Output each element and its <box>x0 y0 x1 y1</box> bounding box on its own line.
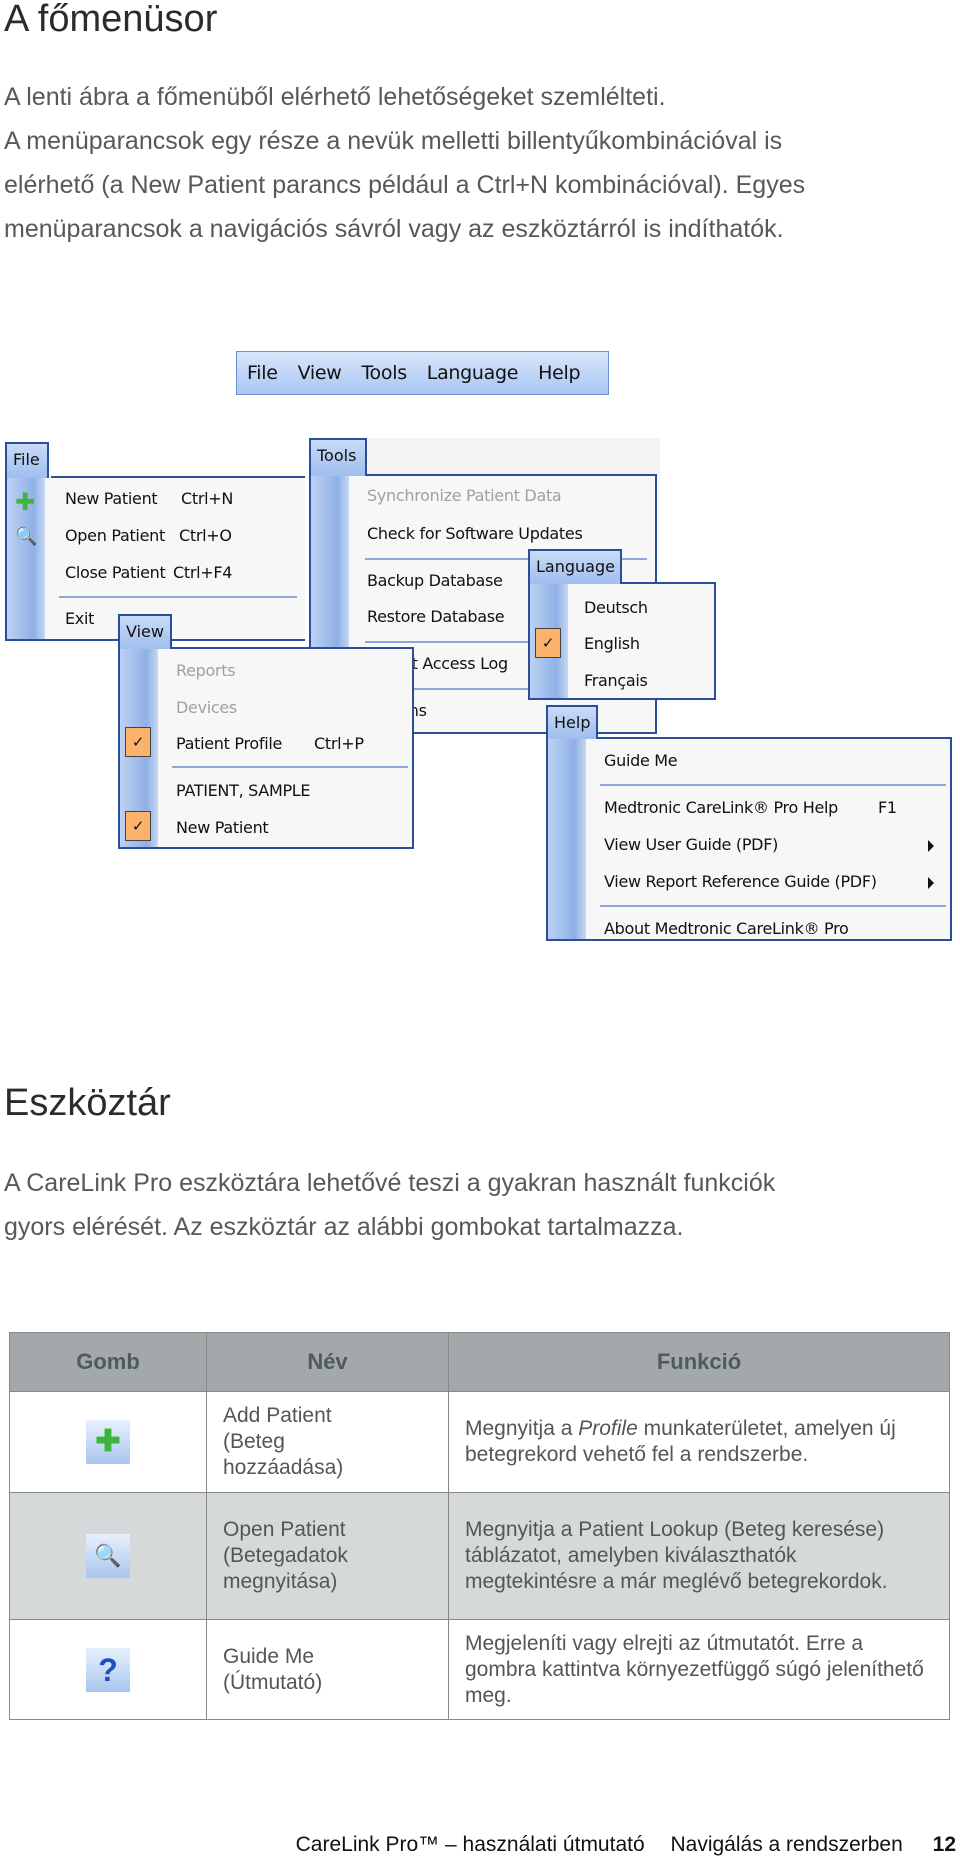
add-green-plus-icon: ✚ <box>15 488 35 516</box>
menu-item-patient-sample[interactable]: PATIENT, SAMPLE <box>176 781 311 800</box>
para-line: A lenti ábra a főmenüből elérhető lehető… <box>4 83 666 111</box>
help-menu: Guide Me Medtronic CareLink® Pro Help F1 … <box>546 737 952 941</box>
para-line: elérhető (a New Patient parancs például … <box>4 171 806 199</box>
menu-item-restore[interactable]: Restore Database <box>367 607 505 626</box>
menu-item-carelink-help[interactable]: Medtronic CareLink® Pro Help F1 <box>604 798 897 817</box>
menu-item-reports: Reports <box>176 661 236 680</box>
section-title-toolbar: Eszköztár <box>4 1082 171 1124</box>
function-text: Megnyitja a Profile munkaterületet, amel… <box>448 1391 950 1493</box>
menu-item-about[interactable]: About Medtronic CareLink® Pro <box>604 919 849 938</box>
menu-file[interactable]: File <box>247 362 278 384</box>
file-menu-tab[interactable]: File <box>5 442 49 480</box>
menu-view[interactable]: View <box>298 362 342 384</box>
toolbar-buttons-table: Gomb Név Funkció ✚ Add Patient (Beteg hozz… <box>9 1332 950 1720</box>
menu-item-check-updates[interactable]: Check for Software Updates <box>367 524 583 543</box>
magnifier-icon: 🔍 <box>15 526 38 547</box>
menubar: File View Tools Language Help <box>236 351 609 395</box>
submenu-arrow-icon <box>928 877 934 889</box>
open-patient-icon[interactable]: 🔍 <box>86 1534 130 1578</box>
menu-item-patient-profile[interactable]: Patient Profile Ctrl+P <box>176 734 364 753</box>
menu-item-close-patient[interactable]: Close Patient Ctrl+F4 <box>65 563 232 582</box>
separator <box>172 766 408 768</box>
table-row: ? Guide Me (Útmutató) Megjeleníti vagy el… <box>9 1619 950 1720</box>
menu-gutter <box>548 739 586 939</box>
para-line: menüparancsok a navigációs sávról vagy a… <box>4 215 784 243</box>
check-icon: ✓ <box>125 811 151 841</box>
guide-me-icon[interactable]: ? <box>86 1647 130 1692</box>
menu-item-guide-me[interactable]: Guide Me <box>604 751 678 770</box>
function-text: Megjeleníti vagy elrejti az útmutatót. E… <box>448 1619 950 1720</box>
add-patient-icon[interactable]: ✚ <box>86 1420 130 1464</box>
menu-item-report-guide[interactable]: View Report Reference Guide (PDF) <box>604 872 877 891</box>
para-line: A menüparancsok egy része a nevük mellet… <box>4 127 783 155</box>
section-title-main-menu: A főmenüsor <box>4 0 218 40</box>
toolbar-paragraph: A CareLink Pro eszköztára lehetővé teszi… <box>4 1161 954 1249</box>
help-menu-tab[interactable]: Help <box>546 705 598 741</box>
intro-paragraph: A lenti ábra a főmenüből elérhető lehető… <box>4 75 954 251</box>
table-header: Gomb Név Funkció <box>9 1332 950 1392</box>
page-footer: CareLink Pro™ – használati útmutató Navi… <box>296 1833 956 1857</box>
menu-item-english[interactable]: English <box>584 634 640 653</box>
separator <box>600 784 946 786</box>
menu-item-exit[interactable]: Exit <box>65 609 94 628</box>
menu-item-backup[interactable]: Backup Database <box>367 571 503 590</box>
page-number: 12 <box>932 1833 956 1856</box>
table-row: 🔍 Open Patient (Betegadatok megnyitása) Me… <box>9 1492 950 1620</box>
separator <box>59 596 297 598</box>
tools-menu-tab[interactable]: Tools <box>309 438 367 478</box>
menu-item-new-patient-view[interactable]: New Patient <box>176 818 269 837</box>
language-menu: Deutsch ✓ English Français <box>528 582 716 700</box>
view-menu-tab[interactable]: View <box>118 614 172 651</box>
table-row: ✚ Add Patient (Beteg hozzáadása) Megnyitja… <box>9 1391 950 1493</box>
menu-item-deutsch[interactable]: Deutsch <box>584 598 648 617</box>
menu-item-francais[interactable]: Français <box>584 671 648 690</box>
menu-item-devices: Devices <box>176 698 237 717</box>
header-button: Gomb <box>9 1332 207 1392</box>
menu-tools[interactable]: Tools <box>361 362 407 384</box>
check-icon: ✓ <box>125 727 151 757</box>
menu-help[interactable]: Help <box>538 362 580 384</box>
footer-doc-title: CareLink Pro™ – használati útmutató <box>295 1833 645 1856</box>
header-function: Funkció <box>448 1332 950 1392</box>
view-menu: Reports Devices ✓ Patient Profile Ctrl+P … <box>118 647 414 849</box>
check-icon: ✓ <box>535 628 561 658</box>
footer-section: Navigálás a rendszerben <box>670 1833 903 1856</box>
submenu-arrow-icon <box>928 840 934 852</box>
para-line: gyors elérését. Az eszköztár az alábbi g… <box>4 1213 684 1241</box>
language-menu-tab[interactable]: Language <box>528 549 622 586</box>
menu-item-synchronize: Synchronize Patient Data <box>367 486 562 505</box>
header-name: Név <box>206 1332 449 1392</box>
menu-item-open-patient[interactable]: Open Patient Ctrl+O <box>65 526 232 545</box>
menu-language[interactable]: Language <box>427 362 519 384</box>
para-line: A CareLink Pro eszköztára lehetővé teszi… <box>4 1169 776 1197</box>
function-text: Megnyitja a Patient Lookup (Beteg keresé… <box>448 1492 950 1620</box>
separator <box>600 905 946 907</box>
menu-item-new-patient[interactable]: New Patient Ctrl+N <box>65 489 233 508</box>
menu-item-user-guide[interactable]: View User Guide (PDF) <box>604 835 778 854</box>
